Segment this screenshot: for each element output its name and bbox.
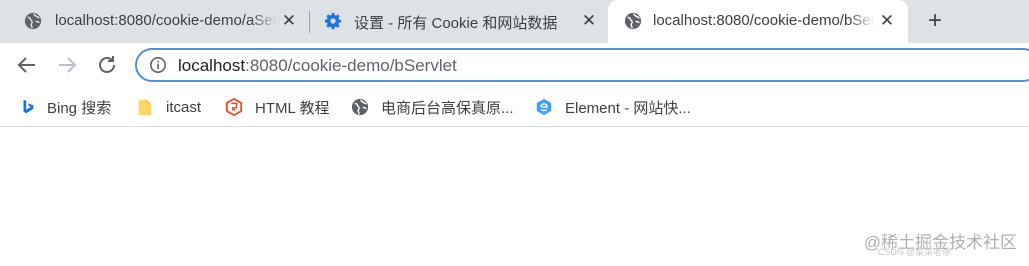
bookmark-bing[interactable]: Bing 搜索 bbox=[19, 96, 111, 118]
toolbar: localhost:8080/cookie-demo/bServlet bbox=[0, 43, 1029, 88]
html5-icon bbox=[225, 98, 243, 116]
globe-icon bbox=[351, 98, 369, 116]
gear-icon bbox=[324, 12, 342, 30]
address-bar[interactable]: localhost:8080/cookie-demo/bServlet bbox=[135, 48, 1029, 82]
tab-title: localhost:8080/cookie-demo/bServlet bbox=[653, 12, 875, 29]
bookmark-label: HTML 教程 bbox=[255, 99, 330, 117]
bookmark-label: 电商后台高保真原... bbox=[381, 99, 514, 117]
bookmark-itcast[interactable]: itcast bbox=[136, 96, 201, 118]
reload-icon[interactable] bbox=[95, 53, 119, 77]
url-path: :8080/cookie-demo/bServlet bbox=[245, 56, 457, 75]
info-icon[interactable] bbox=[149, 56, 167, 74]
url-host: localhost bbox=[178, 56, 246, 75]
bookmarks-bar: Bing 搜索 itcast HTML 教程 电商后台高保真原... Eleme… bbox=[0, 88, 1029, 127]
close-icon[interactable]: ✕ bbox=[279, 11, 299, 31]
folder-icon bbox=[138, 99, 152, 116]
page-content: @稀土掘金技术社区 CSDN @菜菜老徐 bbox=[0, 127, 1029, 266]
tab-bservlet[interactable]: localhost:8080/cookie-demo/bServlet ✕ bbox=[608, 0, 908, 43]
tab-cookie-settings[interactable]: 设置 - 所有 Cookie 和网站数据 ✕ bbox=[303, 0, 608, 43]
element-icon bbox=[536, 98, 552, 116]
new-tab-button[interactable]: + bbox=[923, 9, 947, 33]
tab-title: 设置 - 所有 Cookie 和网站数据 bbox=[354, 15, 558, 32]
bookmark-label: Element - 网站快... bbox=[565, 99, 691, 117]
globe-icon bbox=[24, 12, 42, 30]
tab-strip: localhost:8080/cookie-demo/aServlet ✕ 设置… bbox=[0, 0, 1029, 43]
tab-title: localhost:8080/cookie-demo/aServlet bbox=[55, 12, 277, 29]
url-text[interactable]: localhost:8080/cookie-demo/bServlet bbox=[178, 56, 457, 76]
bing-icon bbox=[23, 99, 34, 114]
globe-icon bbox=[624, 12, 642, 30]
forward-arrow-icon[interactable] bbox=[55, 53, 79, 77]
bookmark-label: Bing 搜索 bbox=[47, 99, 112, 117]
tab-aservlet[interactable]: localhost:8080/cookie-demo/aServlet ✕ bbox=[0, 0, 310, 43]
close-icon[interactable]: ✕ bbox=[579, 11, 599, 31]
close-icon[interactable]: ✕ bbox=[877, 11, 897, 31]
bookmark-ecommerce[interactable]: 电商后台高保真原... bbox=[351, 96, 514, 118]
back-arrow-icon[interactable] bbox=[15, 53, 39, 77]
bookmark-label: itcast bbox=[166, 98, 202, 116]
watermark-small-text: CSDN @菜菜老徐 bbox=[877, 247, 951, 257]
bookmark-html-tutorial[interactable]: HTML 教程 bbox=[225, 96, 329, 118]
bookmark-element[interactable]: Element - 网站快... bbox=[535, 96, 691, 118]
